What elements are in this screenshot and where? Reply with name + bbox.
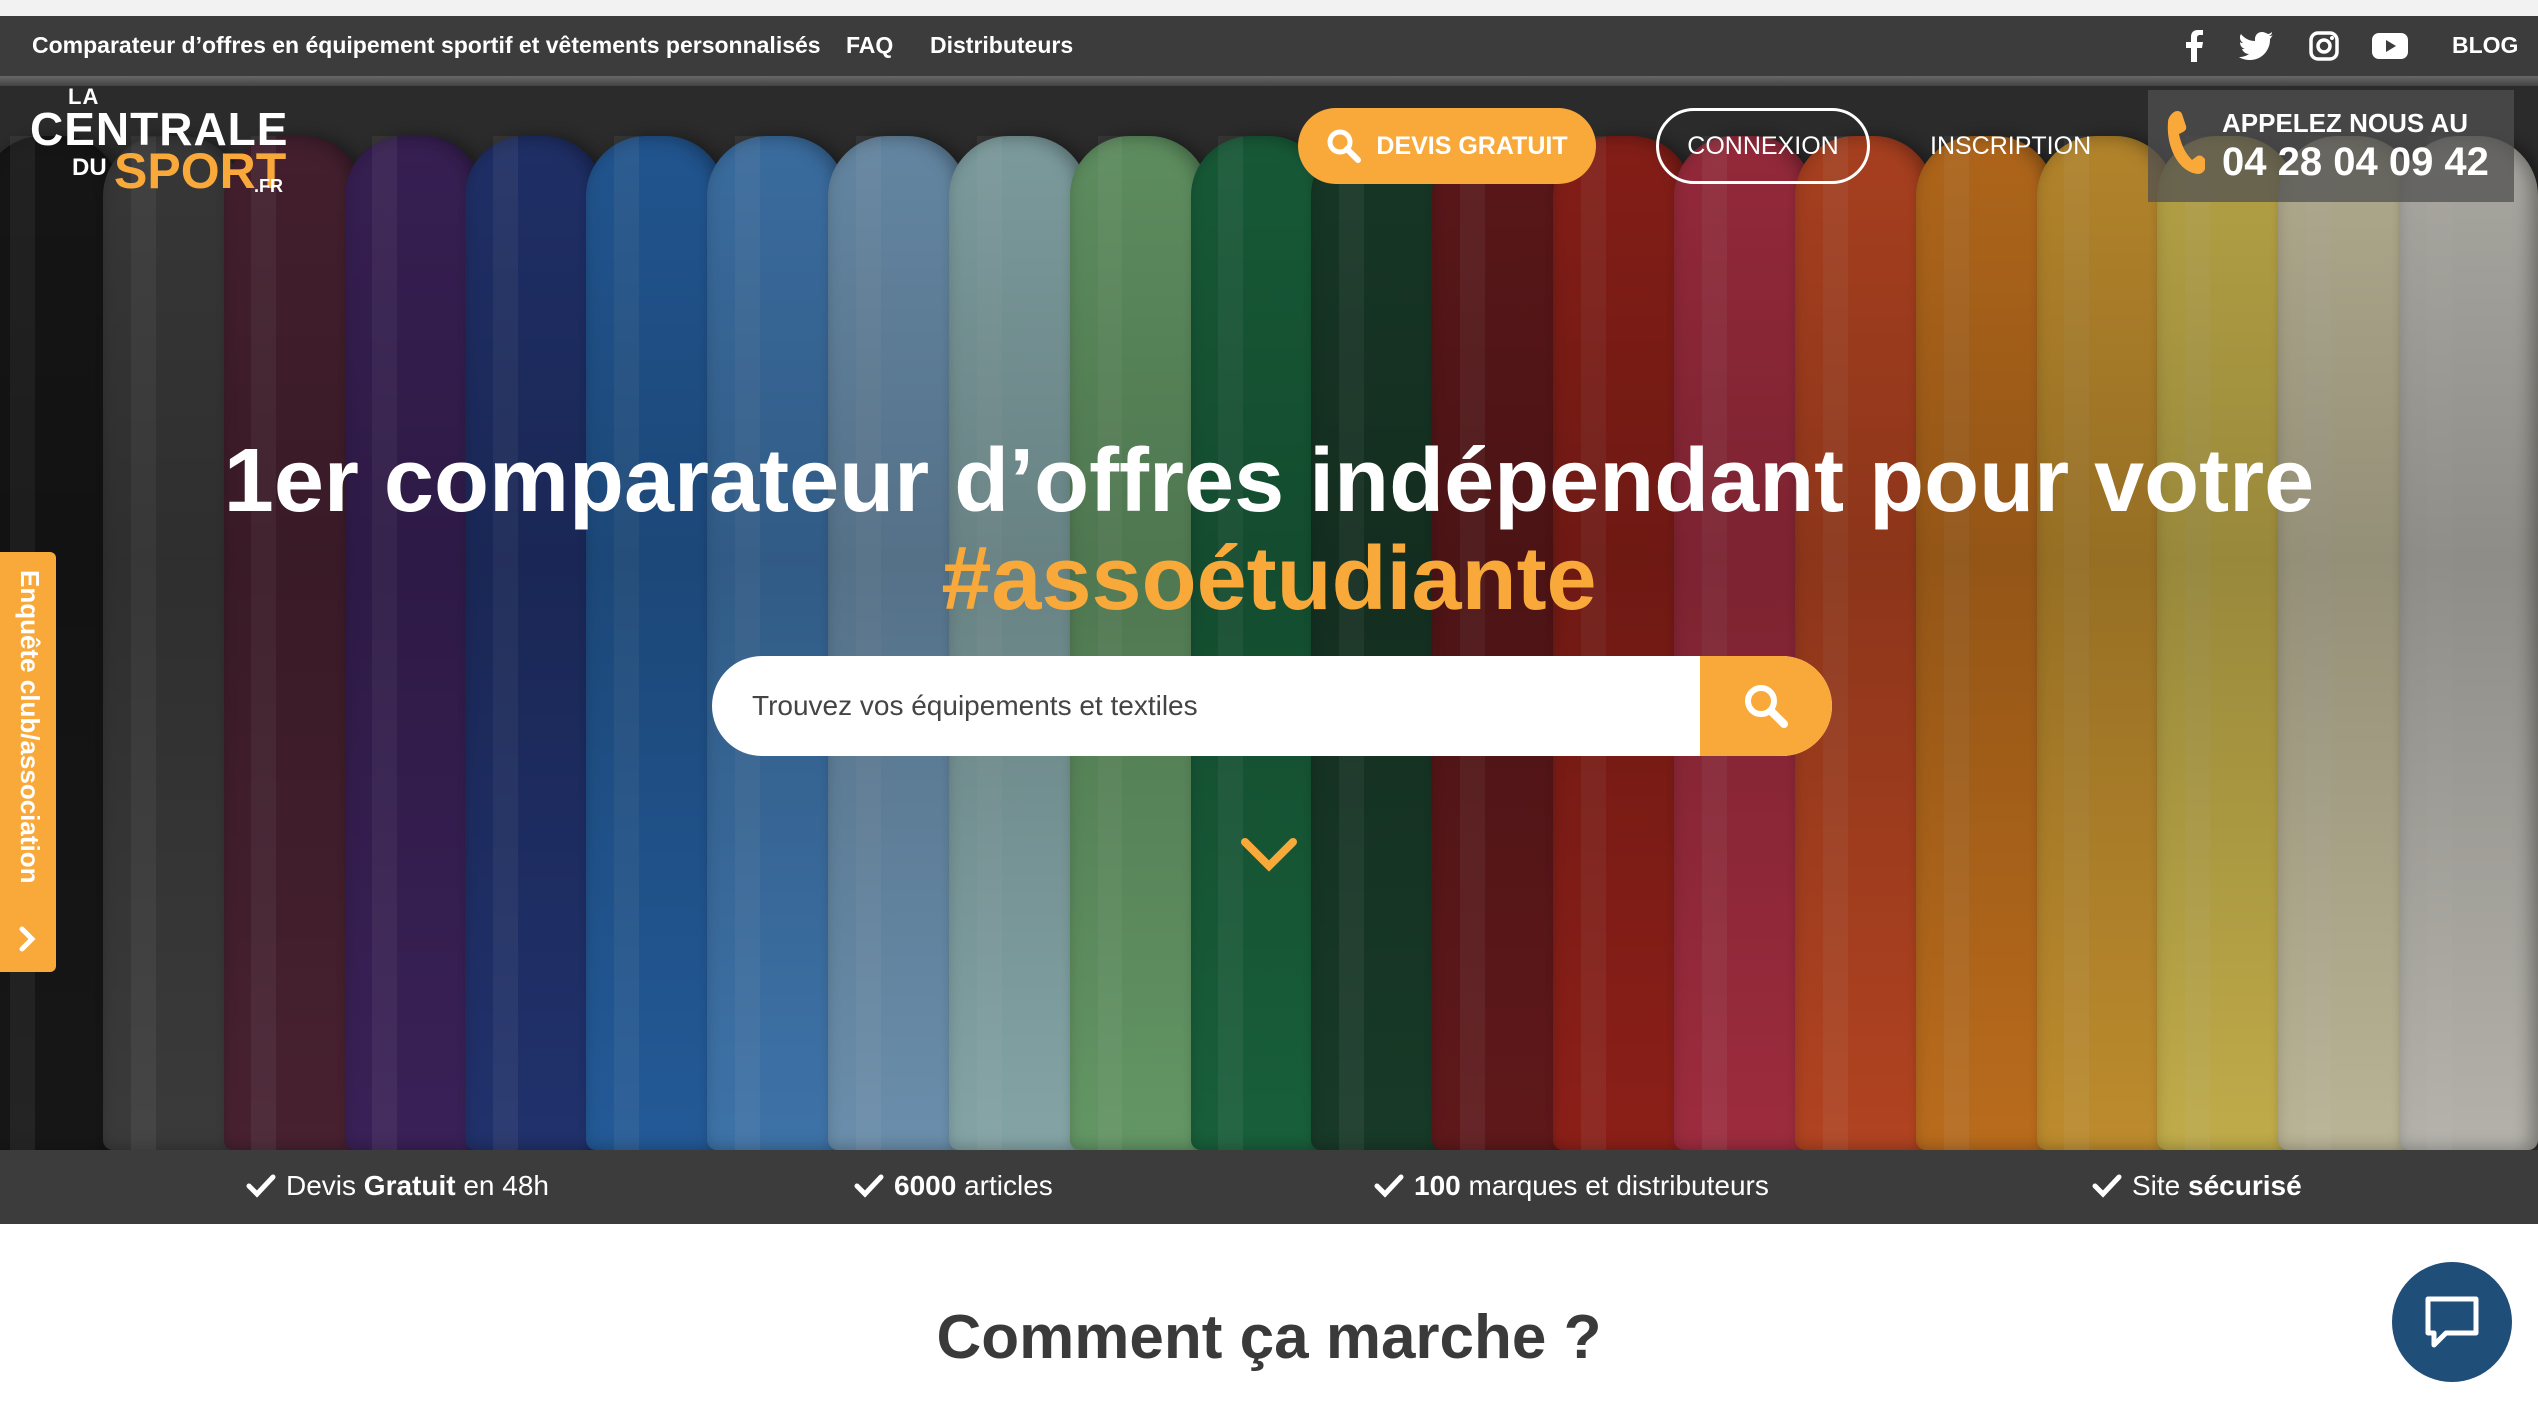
browser-top-strip — [0, 0, 2538, 16]
search-bar — [712, 656, 1832, 756]
distributors-link[interactable]: Distributeurs — [930, 32, 1073, 59]
feature-articles: 6000 articles — [854, 1170, 1053, 1202]
facebook-icon[interactable] — [2176, 28, 2212, 64]
how-it-works-title: Comment ça marche ? — [936, 1303, 1602, 1372]
check-icon — [2092, 1174, 2122, 1198]
twitter-icon[interactable] — [2238, 28, 2274, 64]
free-quote-button[interactable]: DEVIS GRATUIT — [1298, 108, 1596, 184]
feature-free-quote: Devis Gratuit en 48h — [246, 1170, 549, 1202]
features-bar: Devis Gratuit en 48h 6000 articles 100 m… — [0, 1150, 2538, 1224]
chat-button[interactable] — [2392, 1262, 2512, 1382]
chevron-down-icon[interactable] — [1241, 836, 1297, 872]
login-button[interactable]: CONNEXION — [1656, 108, 1870, 184]
hero-title-line: 1er comparateur d’offres indépendant pou… — [223, 431, 2315, 531]
search-icon — [1327, 129, 1362, 163]
search-input[interactable] — [712, 656, 1702, 756]
survey-side-tab[interactable]: Enquête club/association — [0, 552, 56, 972]
chevron-right-icon — [19, 926, 36, 952]
feature-secure-site: Site sécurisé — [2092, 1170, 2302, 1202]
search-button[interactable] — [1700, 656, 1832, 756]
instagram-icon[interactable] — [2306, 28, 2342, 64]
logo-text-du: DU — [72, 154, 107, 181]
phone-label: APPELEZ NOUS AU — [2222, 108, 2469, 138]
site-logo[interactable]: LA CENTRALE DU SPORT .FR — [30, 84, 300, 204]
phone-number: 04 28 04 09 42 — [2222, 140, 2489, 184]
phone-contact-box[interactable]: APPELEZ NOUS AU 04 28 04 09 42 — [2148, 90, 2514, 202]
signup-link[interactable]: INSCRIPTION — [1930, 132, 2091, 161]
check-icon — [1374, 1174, 1404, 1198]
chat-icon — [2425, 1296, 2479, 1348]
top-navigation-bar: Comparateur d’offres en équipement sport… — [0, 16, 2538, 76]
hero-title-hashtag: #assoétudiante — [941, 529, 1597, 629]
faq-link[interactable]: FAQ — [846, 32, 893, 59]
site-tagline: Comparateur d’offres en équipement sport… — [32, 32, 821, 58]
survey-side-tab-label: Enquête club/association — [15, 570, 45, 884]
blog-link[interactable]: BLOG — [2452, 32, 2518, 59]
hero-title: 1er comparateur d’offres indépendant pou… — [0, 432, 2538, 628]
feature-brands: 100 marques et distributeurs — [1374, 1170, 1769, 1202]
check-icon — [246, 1174, 276, 1198]
check-icon — [854, 1174, 884, 1198]
logo-text-fr: .FR — [254, 176, 283, 196]
free-quote-label: DEVIS GRATUIT — [1376, 131, 1568, 160]
phone-icon — [2167, 110, 2205, 174]
search-icon — [1745, 685, 1788, 728]
youtube-icon[interactable] — [2372, 28, 2408, 64]
